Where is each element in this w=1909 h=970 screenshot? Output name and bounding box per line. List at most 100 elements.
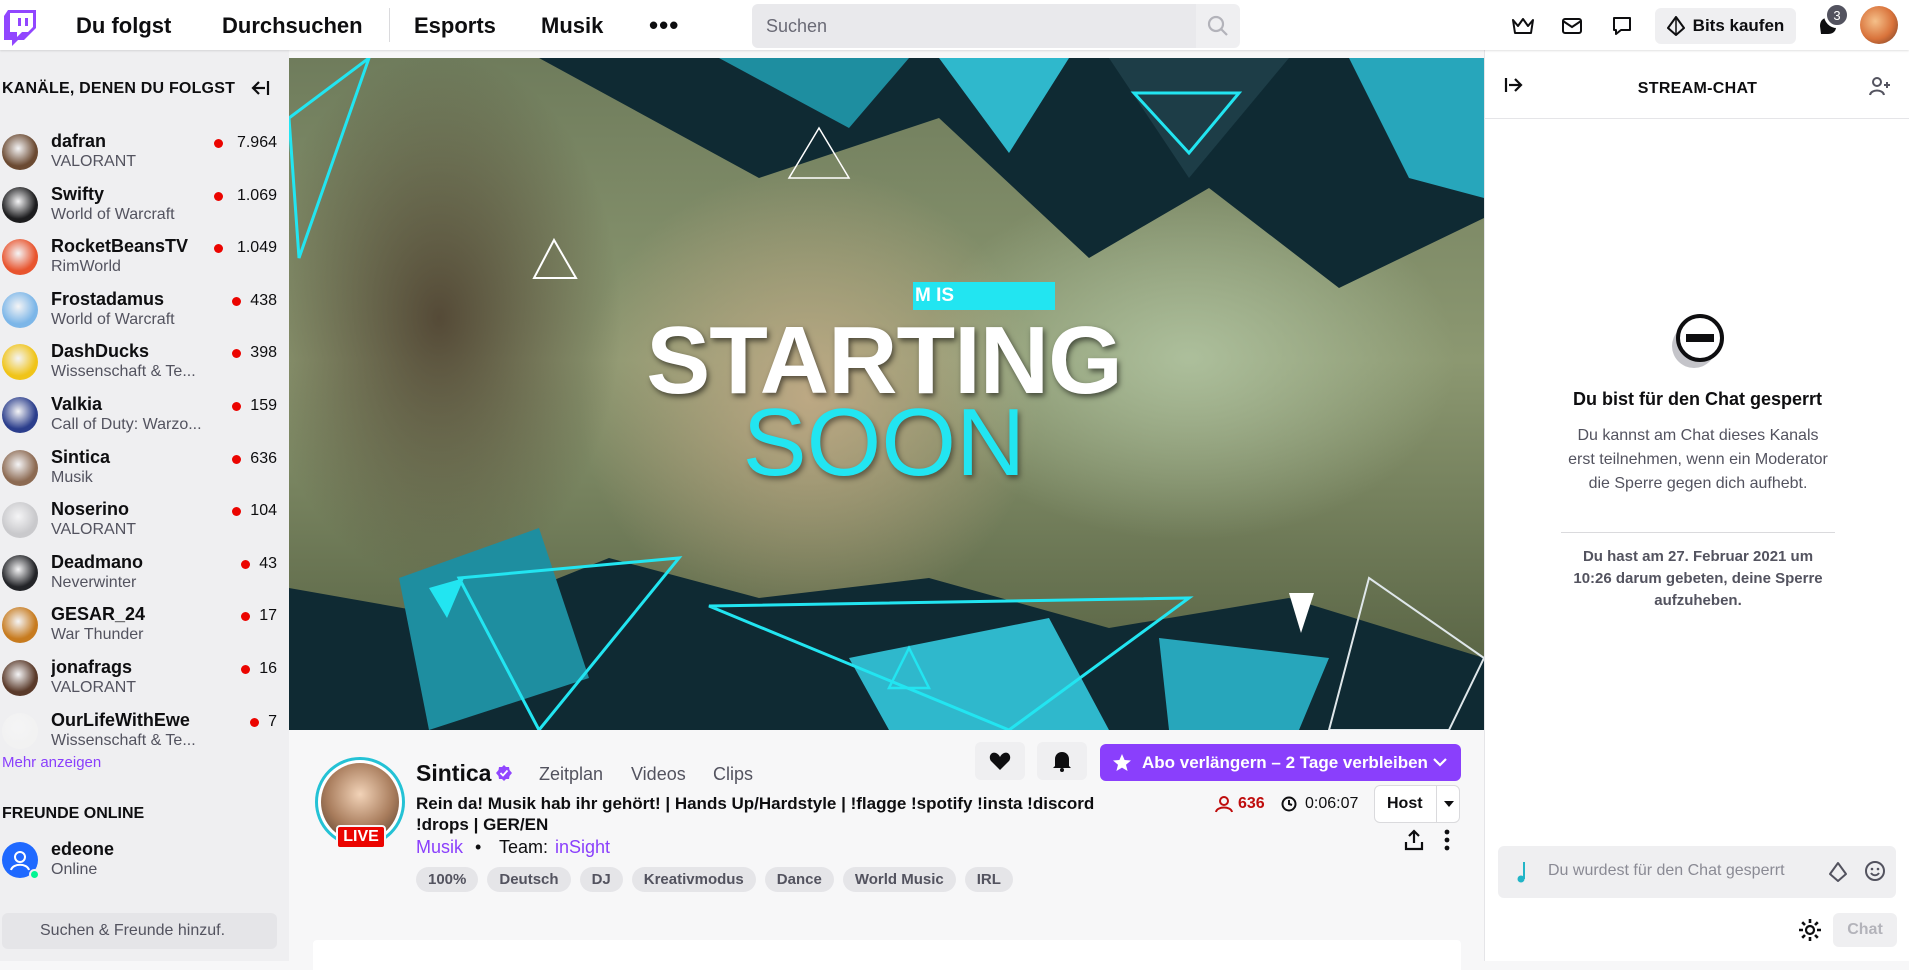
channel-avatar [2,607,38,644]
nav-music[interactable]: Musik [541,13,603,39]
channel-avatar [2,344,38,381]
stream-tag[interactable]: DJ [579,867,623,892]
sidebar-channel-item[interactable]: Sintica Musik 636 [0,442,289,494]
chat-input-placeholder: Du wurdest für den Chat gesperrt [1548,862,1785,879]
show-more-link[interactable]: Mehr anzeigen [2,754,101,771]
channel-viewer-count: 159 [250,397,277,414]
sidebar-channel-item[interactable]: Frostadamus World of Warcraft 438 [0,284,289,336]
host-options-button[interactable] [1436,785,1460,823]
subscribe-button[interactable]: Abo verlängern – 2 Tage verbleiben [1100,744,1461,781]
chat-send-button[interactable]: Chat [1833,913,1897,947]
chat-header: STREAM-CHAT [1485,50,1909,119]
more-options-button[interactable] [1435,826,1459,854]
channel-avatar [2,502,38,539]
whispers-icon[interactable] [1609,13,1635,39]
channel-game: Wissenschaft & Te... [51,363,196,381]
stream-tag[interactable]: IRL [964,867,1013,892]
channel-name: Deadmano [51,551,144,572]
uptime-value: 0:06:07 [1305,795,1359,812]
channel-game: World of Warcraft [51,205,175,223]
buy-bits-button[interactable]: Bits kaufen [1655,8,1796,44]
bits-icon[interactable] [1828,861,1848,883]
live-indicator-dot [214,191,223,201]
friend-item[interactable]: edeone Online [0,834,289,886]
channel-name: jonafrags [51,657,133,677]
top-navigation: Du folgst Durchsuchen Esports Musik ••• … [0,0,1909,50]
caret-down-icon [1443,801,1454,807]
nav-following[interactable]: Du folgst [76,13,171,39]
channel-game: VALORANT [51,521,137,539]
viewers-icon [1215,796,1233,813]
sidebar-channel-item[interactable]: Valkia Call of Duty: Warzo... 159 [0,389,289,441]
stream-tag[interactable]: Dance [764,867,834,892]
collapse-sidebar-button[interactable] [246,74,274,102]
channel-avatar [2,660,38,696]
channel-game: VALORANT [51,153,137,170]
stream-tag[interactable]: 100% [416,867,479,892]
channel-game: War Thunder [51,626,144,644]
clock-icon [1281,796,1297,812]
chat-input[interactable]: Du wurdest für den Chat gesperrt [1498,846,1896,898]
sidebar-channel-item[interactable]: Deadmano Neverwinter 43 [0,547,289,599]
notifications-bell-button[interactable] [1037,742,1087,780]
bits-icon [1666,16,1685,36]
channel-avatar [2,397,38,433]
sidebar-channel-item[interactable]: jonafrags VALORANT 16 [0,652,289,704]
live-indicator-dot [241,612,250,622]
channel-game: Call of Duty: Warzo... [51,416,202,433]
overlay-soon-text: SOON [742,389,1026,496]
more-menu-button[interactable]: ••• [649,10,679,41]
live-indicator-dot [232,296,241,306]
stream-tag[interactable]: Kreativmodus [631,867,756,892]
search-icon [1207,15,1228,36]
search-button[interactable] [1196,4,1240,48]
sidebar-channel-item[interactable]: RocketBeansTV RimWorld 1.049 [0,231,289,283]
inbox-icon[interactable] [1559,13,1585,39]
friend-search-input[interactable] [2,913,277,949]
share-button[interactable] [1400,826,1428,854]
banned-icon [1672,314,1724,368]
channel-viewer-count: 16 [259,660,277,677]
team-link[interactable]: inSight [555,837,610,858]
sidebar-channel-item[interactable]: dafran VALORANT 7.964 [0,126,289,178]
channel-game: Wissenschaft & Te... [51,731,196,749]
twitch-logo-icon[interactable] [4,10,36,46]
sidebar-channel-item[interactable]: DashDucks Wissenschaft & Te... 398 [0,336,289,388]
tab-clips[interactable]: Clips [713,764,753,785]
tab-schedule[interactable]: Zeitplan [539,764,603,785]
channel-name: Valkia [51,394,103,414]
users-list-icon[interactable] [1869,76,1891,96]
channel-avatar [2,554,38,591]
video-player[interactable]: M IS STARTING SOON [289,58,1484,730]
channel-viewer-count: 104 [250,502,277,520]
channel-avatar [2,134,38,170]
channel-game: Musik [51,468,93,486]
sidebar-channel-item[interactable]: Swifty World of Warcraft 1.069 [0,179,289,231]
star-icon [1113,753,1131,771]
channel-name: Sintica [51,446,111,467]
collapse-arrow-icon [251,81,270,95]
unban-request-info: Du hast am 27. Februar 2021 um 10:26 dar… [1573,548,1823,609]
channel-name[interactable]: Sintica [416,760,491,787]
follow-button[interactable] [975,742,1025,780]
stream-tag[interactable]: Deutsch [487,867,571,892]
sidebar-channel-item[interactable]: Noserino VALORANT 104 [0,494,289,546]
channel-viewer-count: 7 [268,712,277,730]
search-input[interactable] [752,4,1196,48]
ban-description: Du kannst am Chat dieses Kanals erst tei… [1568,427,1828,492]
buy-bits-label: Bits kaufen [1692,16,1785,35]
user-avatar[interactable] [1860,6,1898,44]
sidebar-channel-item[interactable]: GESAR_24 War Thunder 17 [0,599,289,651]
gear-icon[interactable] [1798,918,1822,942]
emote-icon[interactable] [1864,860,1886,882]
stream-tag[interactable]: World Music [842,867,956,892]
prime-crown-icon[interactable] [1510,13,1536,39]
nav-browse[interactable]: Durchsuchen [222,13,363,39]
channel-name: GESAR_24 [51,604,146,625]
stream-category-link[interactable]: Musik [416,837,463,858]
user-silhouette-icon [10,851,30,871]
nav-esports[interactable]: Esports [414,13,496,39]
left-sidebar: KANÄLE, DENEN DU FOLGST dafran VALORANT 7.… [0,50,289,961]
sidebar-channel-item[interactable]: OurLifeWithEwe Wissenschaft & Te... 7 [0,705,289,757]
tab-videos[interactable]: Videos [631,764,686,785]
